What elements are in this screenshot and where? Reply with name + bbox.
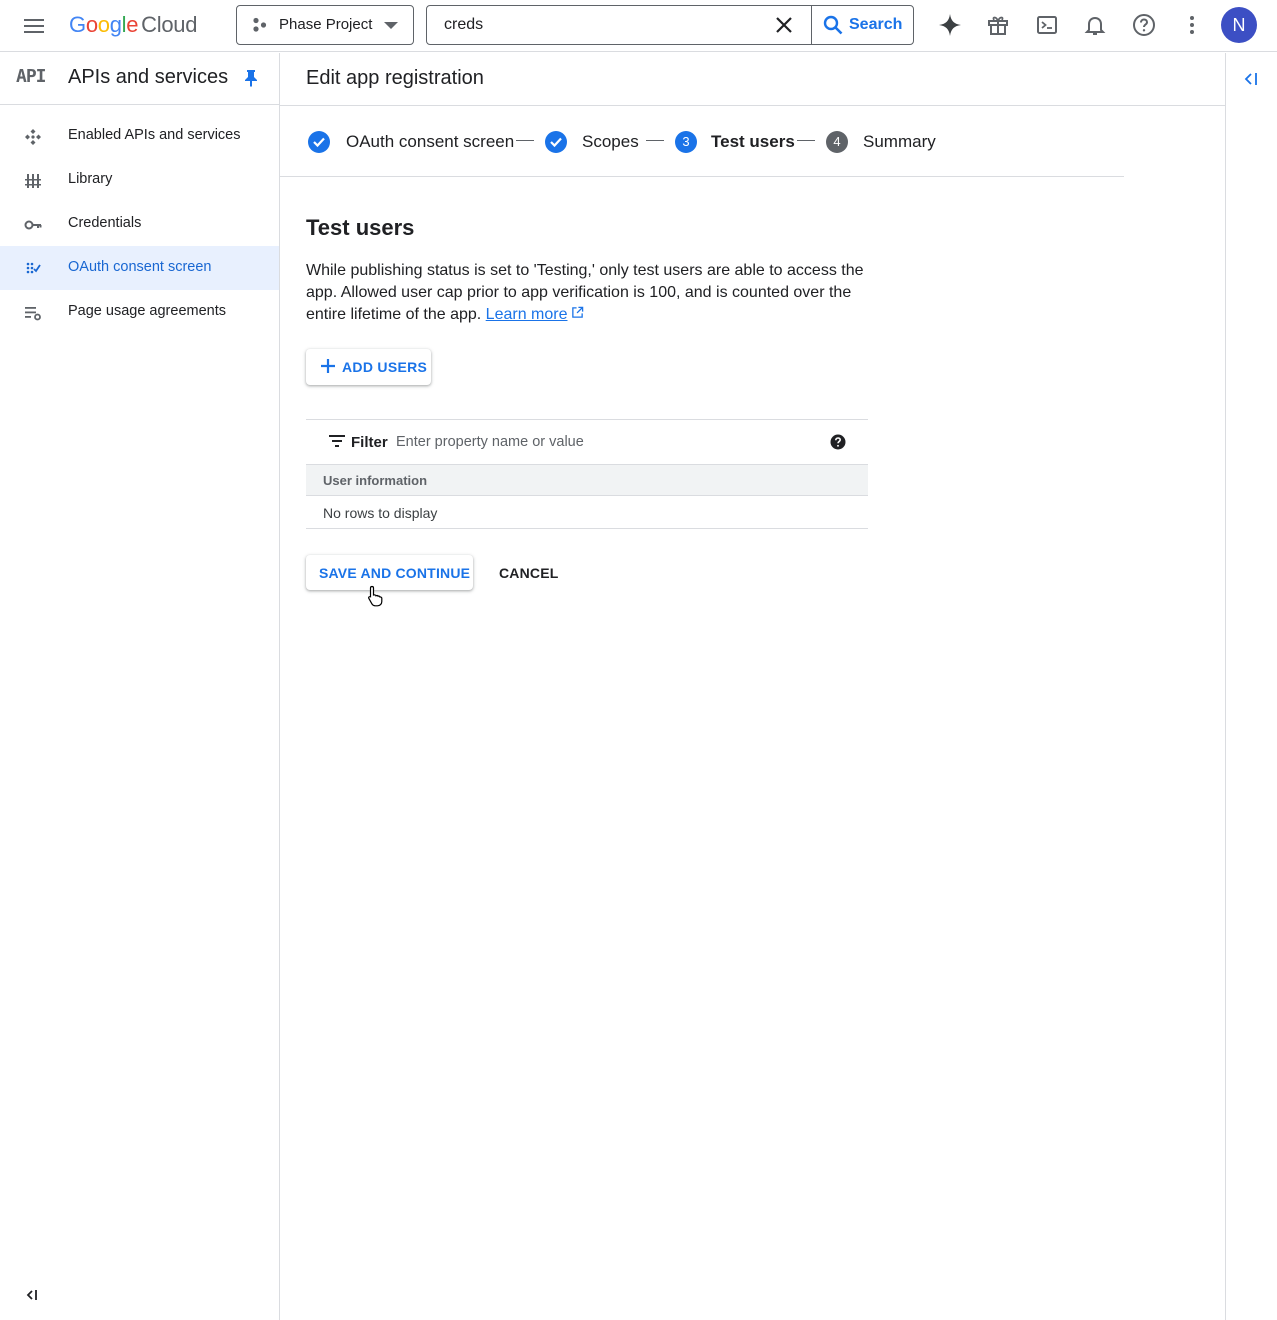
- gemini-sparkle-icon[interactable]: [938, 13, 962, 37]
- step-scopes[interactable]: Scopes: [545, 130, 655, 154]
- step-connector: [516, 140, 534, 141]
- sidebar-item-library[interactable]: Library: [0, 158, 279, 202]
- gift-icon[interactable]: [986, 13, 1010, 37]
- step-connector: [797, 140, 815, 141]
- logo-cloud-text: Cloud: [141, 12, 198, 37]
- page-title: Edit app registration: [306, 67, 484, 89]
- filter-icon: [329, 435, 345, 447]
- learn-more-link[interactable]: Learn more: [486, 306, 568, 323]
- oauth-icon: [26, 262, 41, 274]
- api-badge-icon: API: [16, 66, 46, 87]
- logo-letter: g: [109, 12, 122, 37]
- step-connector: [646, 140, 664, 141]
- step-number: 3: [675, 131, 697, 153]
- clear-search-icon[interactable]: [773, 14, 795, 36]
- sidebar-item-label: Credentials: [68, 215, 142, 231]
- sidebar-item-label: Enabled APIs and services: [68, 127, 241, 143]
- project-picker[interactable]: Phase Project: [236, 5, 414, 45]
- expand-panel-icon[interactable]: [1241, 69, 1261, 89]
- check-icon: [308, 131, 330, 153]
- step-number: 4: [826, 131, 848, 153]
- sidebar-header: API APIs and services: [0, 53, 279, 105]
- main-content: Edit app registration OAuth consent scre…: [280, 53, 1225, 1320]
- page-header: Edit app registration: [280, 53, 1225, 106]
- search-button-label: Search: [849, 16, 903, 33]
- add-users-label: ADD USERS: [342, 359, 428, 375]
- hamburger-menu-icon[interactable]: [22, 14, 46, 38]
- logo-letter: e: [126, 12, 139, 37]
- sidebar-item-label: Library: [68, 171, 113, 187]
- logo-letter: o: [85, 12, 98, 37]
- pin-icon[interactable]: [243, 69, 259, 87]
- right-rail: [1225, 53, 1277, 1320]
- sidebar-item-page-usage[interactable]: Page usage agreements: [0, 290, 279, 334]
- help-icon[interactable]: [830, 434, 846, 450]
- learn-more-label: Learn more: [485, 306, 568, 323]
- more-vert-icon[interactable]: [1180, 13, 1204, 37]
- search-icon: [823, 15, 843, 35]
- description: While publishing status is set to 'Testi…: [306, 260, 872, 326]
- project-name: Phase Project: [279, 16, 373, 33]
- save-and-continue-button[interactable]: SAVE AND CONTINUE: [306, 555, 473, 590]
- save-button-label: SAVE AND CONTINUE: [319, 565, 471, 581]
- settings-list-icon: [25, 307, 41, 321]
- logo-letter: o: [97, 12, 110, 37]
- help-icon[interactable]: [1132, 13, 1156, 37]
- empty-table-row: No rows to display: [306, 496, 868, 529]
- column-header[interactable]: User information: [323, 473, 427, 488]
- library-icon: [25, 174, 41, 188]
- caret-down-icon: [384, 22, 398, 29]
- logo-letter: G: [69, 12, 86, 37]
- sidebar-item-oauth-consent[interactable]: OAuth consent screen: [0, 246, 279, 290]
- search-input[interactable]: [428, 7, 768, 43]
- top-bar: GoogleCloud Phase Project Search: [0, 0, 1277, 52]
- add-users-button[interactable]: ADD USERS: [306, 349, 431, 385]
- sidebar-item-label: OAuth consent screen: [68, 259, 212, 275]
- check-icon: [545, 131, 567, 153]
- filter-bar: Filter: [306, 419, 868, 464]
- step-label: OAuth consent screen: [346, 132, 515, 151]
- project-hierarchy-icon: [253, 17, 267, 32]
- google-cloud-logo[interactable]: Google Cloud: [69, 12, 197, 38]
- account-avatar[interactable]: N: [1221, 7, 1257, 43]
- sidebar-item-credentials[interactable]: Credentials: [0, 202, 279, 246]
- step-label: Summary: [863, 132, 936, 151]
- description-text: While publishing status is set to 'Testi…: [306, 262, 864, 323]
- plus-icon: [321, 359, 335, 373]
- cloud-shell-icon[interactable]: [1035, 13, 1059, 37]
- step-label: Test users: [711, 132, 795, 151]
- step-oauth-consent[interactable]: OAuth consent screen: [308, 130, 514, 154]
- cancel-button-label: CANCEL: [499, 565, 559, 581]
- step-label: Scopes: [582, 132, 639, 151]
- search-button[interactable]: Search: [811, 6, 913, 44]
- external-link-icon[interactable]: [571, 306, 584, 319]
- cancel-button[interactable]: CANCEL: [487, 555, 565, 590]
- step-summary[interactable]: 4 Summary: [826, 130, 946, 154]
- step-test-users[interactable]: 3 Test users: [675, 130, 800, 154]
- collapse-sidebar-icon[interactable]: [22, 1285, 42, 1305]
- sidebar-item-label: Page usage agreements: [68, 303, 226, 319]
- sidebar-item-enabled-apis[interactable]: Enabled APIs and services: [0, 114, 279, 158]
- enabled-apis-icon: [25, 129, 41, 145]
- sidebar-title: APIs and services: [68, 66, 229, 88]
- search-bar: Search: [426, 5, 914, 45]
- filter-label: Filter: [351, 434, 388, 451]
- key-icon: [24, 220, 42, 230]
- empty-message: No rows to display: [323, 505, 438, 521]
- section-title: Test users: [306, 215, 415, 240]
- filter-input[interactable]: [396, 428, 796, 456]
- sidebar: API APIs and services Enabled APIs and s…: [0, 53, 280, 1320]
- table-header: User information: [306, 464, 868, 496]
- notifications-bell-icon[interactable]: [1083, 13, 1107, 37]
